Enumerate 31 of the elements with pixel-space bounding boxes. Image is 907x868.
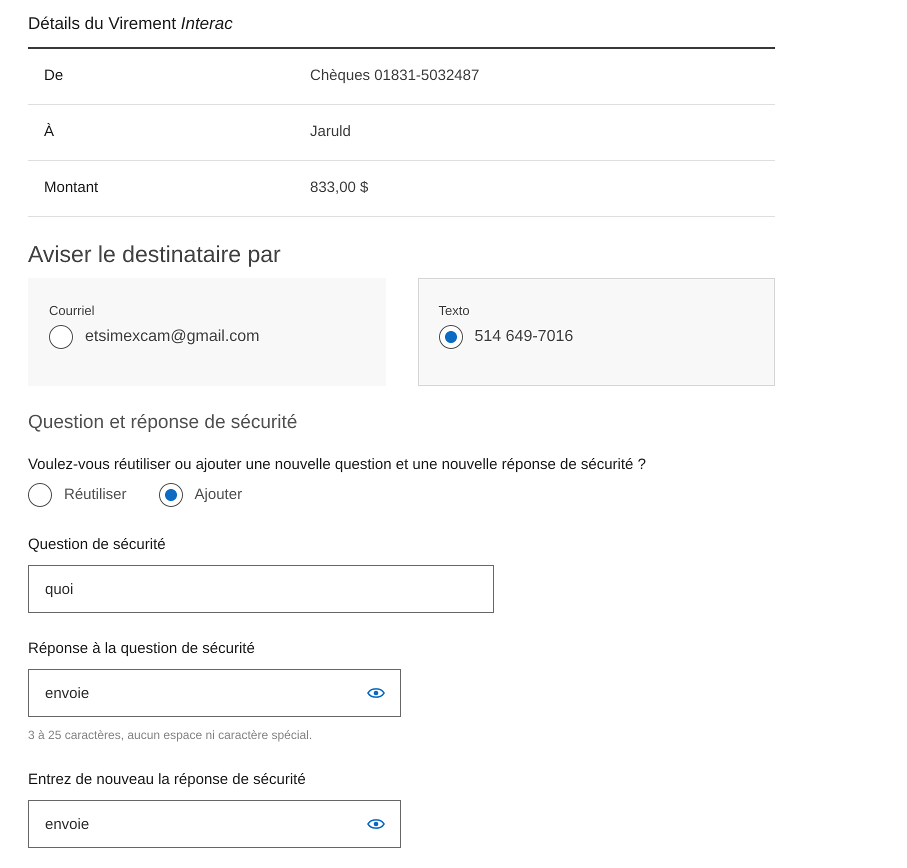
option-label: Courriel <box>49 302 96 320</box>
detail-value: Jaruld <box>310 122 351 142</box>
section-heading: Aviser le destinataire par <box>28 241 281 267</box>
field-hint: 3 à 25 caractères, aucun espace ni caractère spécial. <box>28 727 314 744</box>
radio-button[interactable] <box>438 325 462 349</box>
field-label: Réponse à la question de sécurité <box>28 639 256 659</box>
detail-label: Montant <box>43 178 100 198</box>
field-label: Entrez de nouveau la réponse de sécurité <box>28 770 307 790</box>
password-field[interactable]: envoie <box>28 669 401 717</box>
detail-label: À <box>43 122 56 142</box>
input-field[interactable]: quoi <box>28 565 494 613</box>
option-label: Texto <box>438 302 471 320</box>
password-field[interactable]: envoie <box>28 800 401 848</box>
question-prompt: Voulez-vous réutiliser ou ajouter une nouvelle question et une nouvelle réponse de sécurité ? <box>28 456 646 473</box>
radio-button[interactable] <box>158 483 183 507</box>
radio-label: Ajouter <box>194 484 242 505</box>
radio-button[interactable] <box>28 483 52 507</box>
section-heading: Question et réponse de sécurité <box>28 412 298 432</box>
notify-option-card[interactable]: Courriel etsimexcam@gmail.com <box>28 278 386 386</box>
eye-icon[interactable] <box>367 818 385 830</box>
notify-option-card[interactable]: Texto 514 649-7016 <box>418 278 775 386</box>
eye-icon[interactable] <box>367 687 385 699</box>
radio-button[interactable] <box>49 325 73 349</box>
radio-label: Réutiliser <box>64 484 127 505</box>
option-value: etsimexcam@gmail.com <box>85 327 260 347</box>
detail-label: De <box>43 66 64 86</box>
detail-value: Chèques 01831-5032487 <box>310 66 480 86</box>
section-title: Détails du Virement Interac <box>28 14 233 33</box>
option-value: 514 649-7016 <box>474 327 574 347</box>
detail-value: 833,00 $ <box>310 178 368 198</box>
field-label: Question de sécurité <box>28 535 167 555</box>
